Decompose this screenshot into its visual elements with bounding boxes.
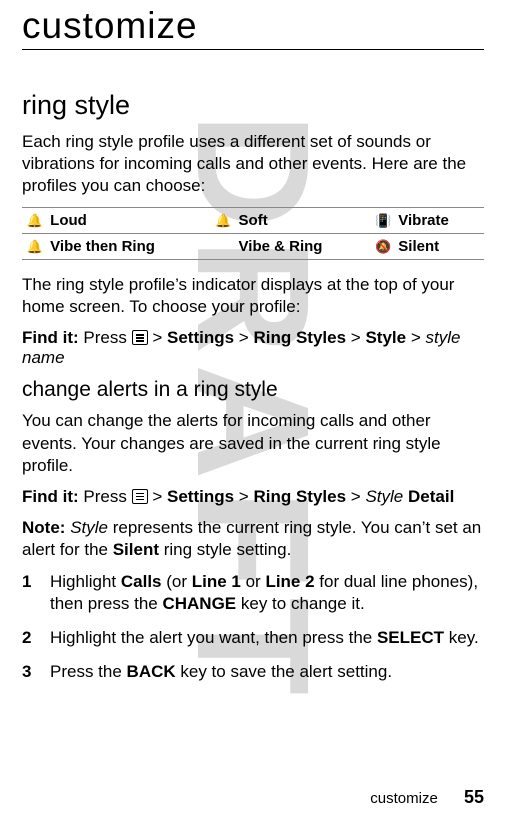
path-settings: Settings xyxy=(167,328,234,347)
gt: > xyxy=(152,328,162,347)
note-text-2: ring style setting. xyxy=(159,540,291,559)
profile-label: Vibe then Ring xyxy=(50,238,155,255)
step3-b: key to save the alert setting. xyxy=(176,662,392,681)
gt: > xyxy=(351,487,361,506)
silent-icon: 🔕 xyxy=(374,239,392,255)
profile-cell-soft: 🔔 Soft xyxy=(210,208,370,234)
bell-soft-icon: 🔔 xyxy=(214,213,232,229)
path-style: Style xyxy=(365,328,406,347)
step2-b: key. xyxy=(444,628,479,647)
profile-cell-vibrate: 📳 Vibrate xyxy=(370,208,484,234)
ring-style-intro: Each ring style profile uses a different… xyxy=(22,131,484,197)
vibrate-icon: 📳 xyxy=(374,213,392,229)
profile-cell-loud: 🔔 Loud xyxy=(22,208,210,234)
find-it-1: Find it: Press > Settings > Ring Styles … xyxy=(22,328,484,368)
page-title: customize xyxy=(22,5,484,50)
section-change-alerts-heading: change alerts in a ring style xyxy=(22,378,484,402)
step1-line2: Line 2 xyxy=(265,572,314,591)
step-3: Press the BACK key to save the alert set… xyxy=(22,661,484,683)
step1-a: Highlight xyxy=(50,572,121,591)
path-ring-styles: Ring Styles xyxy=(253,328,346,347)
gt: > xyxy=(351,328,361,347)
note-style: Style xyxy=(70,518,108,537)
path-detail: Detail xyxy=(408,487,454,506)
ring-profiles-table: 🔔 Loud 🔔 Soft 📳 Vibrate 🔔 Vibe then Ring… xyxy=(22,207,484,260)
footer-label: customize xyxy=(370,790,438,807)
step1-change: CHANGE xyxy=(162,594,236,613)
profile-label: Vibrate xyxy=(398,212,449,229)
profile-cell-silent: 🔕 Silent xyxy=(370,234,484,260)
profile-label: Soft xyxy=(239,212,268,229)
step-2: Highlight the alert you want, then press… xyxy=(22,627,484,649)
step1-b: (or xyxy=(162,572,192,591)
note-prefix: Note: xyxy=(22,518,65,537)
change-alerts-intro: You can change the alerts for incoming c… xyxy=(22,410,484,476)
find-it-2: Find it: Press > Settings > Ring Styles … xyxy=(22,487,484,507)
steps-list: Highlight Calls (or Line 1 or Line 2 for… xyxy=(22,571,484,683)
profile-cell-vibe-and-ring: Vibe & Ring xyxy=(210,234,370,260)
find-it-prefix: Find it: xyxy=(22,487,79,506)
step2-a: Highlight the alert you want, then press… xyxy=(50,628,377,647)
path-settings: Settings xyxy=(167,487,234,506)
gt: > xyxy=(239,487,249,506)
step3-back: BACK xyxy=(127,662,176,681)
note-paragraph: Note: Style represents the current ring … xyxy=(22,517,484,561)
find-it-prefix: Find it: xyxy=(22,328,79,347)
step2-select: SELECT xyxy=(377,628,444,647)
gt: > xyxy=(239,328,249,347)
step1-calls: Calls xyxy=(121,572,162,591)
menu-key-icon xyxy=(132,489,148,504)
step1-line1: Line 1 xyxy=(192,572,241,591)
ring-style-after-table: The ring style profile’s indicator displ… xyxy=(22,274,484,318)
gt: > xyxy=(152,487,162,506)
vibe-ring-icon: 🔔 xyxy=(26,239,44,255)
note-silent: Silent xyxy=(113,540,159,559)
bell-loud-icon: 🔔 xyxy=(26,213,44,229)
profile-cell-vibe-then-ring: 🔔 Vibe then Ring xyxy=(22,234,210,260)
step1-c: or xyxy=(241,572,266,591)
press-text: Press xyxy=(83,328,126,347)
gt: > xyxy=(411,328,421,347)
step1-e: key to change it. xyxy=(236,594,365,613)
profile-label: Loud xyxy=(50,212,87,229)
path-ring-styles: Ring Styles xyxy=(253,487,346,506)
step-1: Highlight Calls (or Line 1 or Line 2 for… xyxy=(22,571,484,615)
section-ring-style-heading: ring style xyxy=(22,90,484,121)
page-footer: customize 55 xyxy=(370,787,484,808)
menu-key-icon xyxy=(132,330,148,345)
profile-label: Vibe & Ring xyxy=(239,238,323,255)
page-number: 55 xyxy=(464,787,484,807)
path-style-italic: Style xyxy=(365,487,403,506)
press-text: Press xyxy=(83,487,126,506)
profile-label: Silent xyxy=(398,238,439,255)
page-content: customize ring style Each ring style pro… xyxy=(0,0,506,705)
step3-a: Press the xyxy=(50,662,127,681)
